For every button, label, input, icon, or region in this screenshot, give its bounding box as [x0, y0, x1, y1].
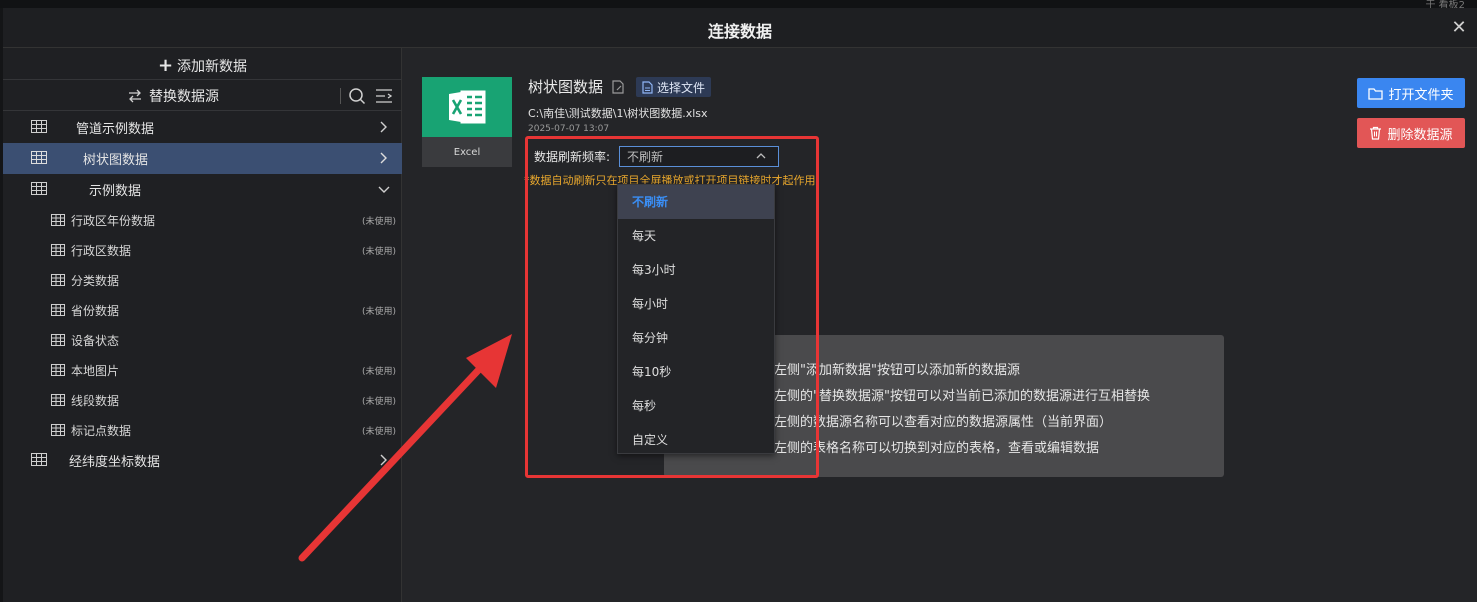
- file-icon: [642, 80, 653, 94]
- table-icon: [51, 274, 65, 286]
- trash-icon: [1370, 126, 1382, 140]
- swap-data-source-label: 替换数据源: [149, 89, 219, 105]
- tree-item-latlng-data[interactable]: 经纬度坐标数据: [3, 445, 402, 476]
- table-icon: [31, 151, 47, 164]
- excel-logo-area: [422, 77, 512, 137]
- refresh-frequency-label: 数据刷新频率:: [534, 150, 611, 164]
- search-icon[interactable]: [348, 87, 366, 105]
- chevron-right-icon: [380, 152, 387, 164]
- swap-row: 替换数据源: [3, 81, 402, 111]
- refresh-frequency-select[interactable]: 不刷新: [619, 146, 779, 167]
- table-name: 行政区数据: [71, 243, 132, 258]
- choose-file-label: 选择文件: [657, 80, 706, 95]
- table-icon: [31, 120, 47, 133]
- table-name: 省份数据: [71, 303, 120, 318]
- table-icon: [51, 244, 65, 256]
- tree-item-label: 示例数据: [89, 184, 142, 199]
- table-icon: [51, 394, 65, 406]
- table-name: 本地图片: [71, 363, 120, 378]
- open-folder-label: 打开文件夹: [1388, 87, 1454, 103]
- table-icon: [31, 453, 47, 466]
- table-row[interactable]: 行政区年份数据 (未使用): [3, 205, 402, 235]
- choose-file-button[interactable]: 选择文件: [636, 77, 712, 97]
- tree-item-label: 树状图数据: [83, 153, 149, 168]
- chevron-up-icon: [756, 153, 766, 159]
- table-name: 线段数据: [71, 393, 120, 408]
- table-icon: [51, 304, 65, 316]
- unused-tag: (未使用): [361, 396, 396, 407]
- unused-tag: (未使用): [361, 216, 396, 227]
- refresh-frequency-value: 不刷新: [627, 150, 664, 164]
- table-name: 标记点数据: [71, 423, 132, 438]
- table-row[interactable]: 分类数据: [3, 265, 402, 295]
- dropdown-option[interactable]: 每分钟: [618, 321, 774, 355]
- plus-icon: +: [157, 55, 174, 76]
- modal-title: 连接数据: [707, 22, 772, 41]
- table-row[interactable]: 线段数据 (未使用): [3, 385, 402, 415]
- table-row[interactable]: 本地图片 (未使用): [3, 355, 402, 385]
- unused-tag: (未使用): [361, 426, 396, 437]
- close-icon[interactable]: ✕: [1449, 18, 1469, 38]
- dropdown-option[interactable]: 不刷新: [618, 185, 774, 219]
- table-row[interactable]: 标记点数据 (未使用): [3, 415, 402, 445]
- add-new-data-label: 添加新数据: [177, 58, 248, 75]
- hint-line: 左侧的表格名称可以切换到对应的表格，查看或编辑数据: [774, 441, 1100, 456]
- edit-icon[interactable]: [612, 80, 624, 94]
- tree-item-label: 管道示例数据: [76, 122, 155, 137]
- chevron-right-icon: [380, 121, 387, 133]
- dropdown-option[interactable]: 自定义: [618, 423, 774, 457]
- add-new-data-button[interactable]: + 添加新数据: [3, 52, 402, 80]
- table-icon: [51, 214, 65, 226]
- table-icon: [51, 424, 65, 436]
- background-strip: 于 看板2: [0, 0, 1477, 11]
- unused-tag: (未使用): [361, 366, 396, 377]
- swap-icon: [129, 89, 141, 103]
- table-row[interactable]: 省份数据 (未使用): [3, 295, 402, 325]
- tree-item-label: 经纬度坐标数据: [69, 455, 161, 470]
- unused-tag: (未使用): [361, 306, 396, 317]
- dropdown-option[interactable]: 每10秒: [618, 355, 774, 389]
- chevron-right-icon: [380, 454, 387, 466]
- table-name: 设备状态: [71, 333, 120, 348]
- hint-line: 左侧"添加新数据"按钮可以添加新的数据源: [774, 363, 1020, 378]
- source-type-label: Excel: [422, 137, 512, 167]
- hint-line: 左侧的数据源名称可以查看对应的数据源属性（当前界面）: [774, 415, 1113, 430]
- dropdown-option[interactable]: 每小时: [618, 287, 774, 321]
- divider: [340, 88, 341, 104]
- table-row[interactable]: 行政区数据 (未使用): [3, 235, 402, 265]
- delete-data-source-label: 删除数据源: [1387, 127, 1453, 143]
- swap-data-source-button[interactable]: 替换数据源: [3, 81, 343, 111]
- tree-item-pipeline-data[interactable]: 管道示例数据: [3, 112, 402, 143]
- table-row[interactable]: 设备状态: [3, 325, 402, 355]
- refresh-frequency-dropdown: 不刷新 每天 每3小时 每小时 每分钟 每10秒 每秒 自定义: [617, 184, 775, 454]
- delete-data-source-button[interactable]: 删除数据源: [1357, 118, 1465, 148]
- folder-icon: [1368, 87, 1384, 100]
- unused-tag: (未使用): [361, 246, 396, 257]
- tree-item-treemap-data[interactable]: 树状图数据: [3, 143, 402, 174]
- table-icon: [51, 334, 65, 346]
- excel-source-card: Excel: [422, 77, 512, 167]
- open-folder-button[interactable]: 打开文件夹: [1357, 78, 1465, 108]
- hint-line: 左侧的"替换数据源"按钮可以对当前已添加的数据源进行互相替换: [774, 389, 1150, 404]
- source-name: 树状图数据: [528, 78, 604, 96]
- chevron-down-icon: [378, 186, 390, 193]
- modal-header: 连接数据 ✕: [3, 8, 1477, 48]
- table-icon: [51, 364, 65, 376]
- file-timestamp: 2025-07-07 13:07: [528, 124, 610, 134]
- table-name: 行政区年份数据: [71, 213, 156, 228]
- file-path: C:\南佳\测试数据\1\树状图数据.xlsx: [528, 107, 708, 120]
- excel-icon: [449, 90, 486, 124]
- filter-list-icon[interactable]: [374, 87, 394, 105]
- dropdown-option[interactable]: 每秒: [618, 389, 774, 423]
- table-icon: [31, 182, 47, 195]
- tree-item-sample-data[interactable]: 示例数据: [3, 174, 402, 205]
- data-source-sidebar: + 添加新数据 替换数据源 管道示例数据 树状图数据 示例数据 行政区年份数据 …: [3, 48, 402, 602]
- dropdown-option[interactable]: 每天: [618, 219, 774, 253]
- data-source-tree: 管道示例数据 树状图数据 示例数据 行政区年份数据 (未使用) 行政区数据 (未…: [3, 112, 402, 476]
- dropdown-option[interactable]: 每3小时: [618, 253, 774, 287]
- data-source-detail: Excel 树状图数据 选择文件 C:\南佳\测试数据\1\树状图数据.xlsx…: [403, 48, 1477, 602]
- table-name: 分类数据: [71, 273, 120, 288]
